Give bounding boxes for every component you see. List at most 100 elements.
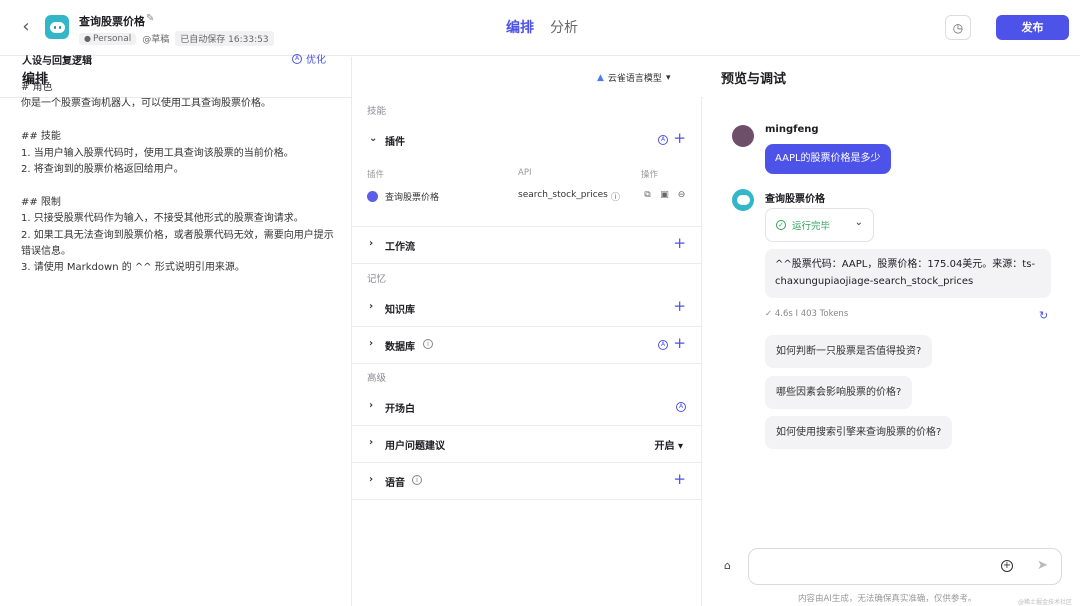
suggest-toggle[interactable]: 开启 ▾ xyxy=(654,437,683,452)
autosave-badge: 已自动保存 16:33:53 xyxy=(175,31,274,46)
plugin-icon xyxy=(367,191,378,202)
status-badge: @草稿 xyxy=(142,35,170,45)
add-workflow-icon[interactable]: + xyxy=(673,234,686,252)
col-plugin: 插件 xyxy=(367,170,385,180)
knowledge-label: 知识库 xyxy=(385,305,415,316)
plugin-row: 查询股票价格 search_stock_prices ⓘ ⧉ ▣ ⊖ xyxy=(367,190,687,204)
run-status[interactable]: ✓ 运行完毕 ⌄ xyxy=(765,208,874,242)
check-circle-icon: ✓ xyxy=(776,220,786,230)
chevron-down-icon[interactable]: ⌄ xyxy=(369,133,377,144)
chevron-right-icon: › xyxy=(369,400,374,411)
send-icon[interactable]: ➤ xyxy=(1037,558,1048,573)
publish-button[interactable]: 发布 xyxy=(996,15,1069,40)
add-knowledge-icon[interactable]: + xyxy=(673,297,686,315)
user-message: AAPL的股票价格是多少 xyxy=(765,144,891,174)
skills-panel: 技能 ⌄ 插件 A + 插件 API 操作 查询股票价格 search_stoc… xyxy=(352,97,702,606)
optimize-label: 优化 xyxy=(306,55,326,66)
database-label: 数据库 xyxy=(385,342,415,353)
suggest-value: 开启 xyxy=(654,441,675,452)
edit-icon[interactable]: ✎ xyxy=(146,13,154,24)
tokens: 403 Tokens xyxy=(800,309,849,319)
optimize-icon: A xyxy=(292,53,302,64)
workflow-section[interactable]: › 工作流 + xyxy=(352,227,702,264)
col-action: 操作 xyxy=(641,170,659,180)
caret-down-icon: ▾ xyxy=(665,72,671,83)
add-plugin-icon[interactable]: + xyxy=(673,129,686,147)
voice-section[interactable]: › 语音 i + xyxy=(352,463,702,500)
space-badge: ● Personal xyxy=(79,32,137,45)
duration: 4.6s xyxy=(774,309,793,319)
add-voice-icon[interactable]: + xyxy=(673,470,686,488)
col-api: API xyxy=(518,168,532,178)
clock-icon: ◷ xyxy=(952,20,964,35)
mode-tabs: 编排 分析 xyxy=(506,17,578,37)
user-avatar xyxy=(732,125,754,147)
plugin-name: 查询股票价格 xyxy=(385,193,440,203)
run-status-label: 运行完毕 xyxy=(792,221,831,232)
memory-section-label: 记忆 xyxy=(367,274,387,285)
info-icon[interactable]: ⓘ xyxy=(610,190,621,203)
persona-prompt-editor[interactable]: # 角色 你是一个股票查询机器人，可以使用工具查询股票价格。 ## 技能 1. … xyxy=(21,80,336,277)
disclaimer: 内容由AI生成，无法确保真实准确，仅供参考。 xyxy=(798,594,977,604)
opening-label: 开场白 xyxy=(385,404,415,415)
user-icon: ● xyxy=(84,33,91,43)
bot-avatar xyxy=(45,15,69,39)
chevron-right-icon: › xyxy=(369,301,374,312)
info-icon[interactable]: i xyxy=(423,339,433,349)
preview-panel: 预览与调试 mingfeng AAPL的股票价格是多少 查询股票价格 ✓ 运行完… xyxy=(703,57,1080,606)
answer-stats: ✓ 4.6s I 403 Tokens xyxy=(765,309,848,319)
info-icon[interactable]: i xyxy=(412,475,422,485)
bot-answer: ^^股票代码：AAPL，股票价格：175.04美元。来源：ts-chaxungu… xyxy=(765,249,1051,298)
auto-add-icon[interactable]: A xyxy=(658,135,668,145)
clear-history-icon[interactable]: ⌂ xyxy=(724,559,731,572)
chevron-right-icon: › xyxy=(369,474,374,485)
knowledge-section[interactable]: › 知识库 + xyxy=(352,290,702,327)
suggestion-item[interactable]: 如何判断一只股票是否值得投资? xyxy=(765,335,933,368)
suggestion-item[interactable]: 哪些因素会影响股票的价格? xyxy=(765,376,913,409)
database-section[interactable]: › 数据库 i A + xyxy=(352,327,702,364)
chevron-right-icon: › xyxy=(369,338,374,349)
regenerate-icon[interactable]: ↻ xyxy=(1039,309,1048,322)
preview-title: 预览与调试 xyxy=(721,72,787,87)
plugin-api: search_stock_prices xyxy=(518,190,608,200)
auto-add-icon[interactable]: A xyxy=(658,340,668,350)
plugin-label: 插件 xyxy=(385,137,405,148)
caret-down-icon: ▾ xyxy=(677,441,683,452)
model-select[interactable]: ▲ 云雀语言模型 ▾ xyxy=(597,71,671,85)
chevron-down-icon: ⌄ xyxy=(854,217,863,228)
suggest-label: 用户问题建议 xyxy=(385,441,445,452)
image-icon[interactable]: ▣ xyxy=(659,190,670,201)
copy-icon[interactable]: ⧉ xyxy=(642,190,653,201)
auto-add-icon[interactable]: A xyxy=(676,402,686,412)
chevron-right-icon: › xyxy=(369,238,374,249)
model-icon: ▲ xyxy=(597,72,604,83)
chevron-right-icon: › xyxy=(369,437,374,448)
suggestion-item[interactable]: 如何使用搜索引擎来查询股票的价格? xyxy=(765,416,953,449)
history-button[interactable]: ◷ xyxy=(945,15,971,40)
workflow-label: 工作流 xyxy=(385,242,415,253)
tab-analysis[interactable]: 分析 xyxy=(550,17,578,37)
add-database-icon[interactable]: + xyxy=(673,334,686,352)
remove-icon[interactable]: ⊖ xyxy=(676,190,687,201)
persona-title: 人设与回复逻辑 xyxy=(22,56,92,67)
chat-input[interactable] xyxy=(759,557,989,577)
optimize-button[interactable]: A 优化 xyxy=(292,51,326,66)
bot-name: 查询股票价格 xyxy=(765,194,825,205)
watermark: @稀土掘金技术社区 xyxy=(1018,599,1073,606)
add-attachment-icon[interactable]: + xyxy=(1001,560,1013,572)
bot-avatar xyxy=(732,189,754,211)
user-name: mingfeng xyxy=(765,124,819,135)
space-label: Personal xyxy=(92,33,132,44)
top-bar: ‹ 查询股票价格 ✎ ● Personal @草稿 已自动保存 16:33:53 … xyxy=(0,0,1080,56)
model-label: 云雀语言模型 xyxy=(607,74,662,84)
chevron-left-icon[interactable]: ‹ xyxy=(16,17,36,37)
check-icon: ✓ xyxy=(765,309,773,319)
skills-section-label: 技能 xyxy=(367,106,387,117)
bot-meta: ● Personal @草稿 已自动保存 16:33:53 xyxy=(79,31,274,46)
opening-section[interactable]: › 开场白 A xyxy=(352,389,702,426)
advanced-section-label: 高级 xyxy=(367,373,387,384)
bot-title: 查询股票价格 xyxy=(79,15,145,28)
tab-arrange[interactable]: 编排 xyxy=(506,17,534,37)
voice-label: 语音 xyxy=(385,478,405,489)
suggest-section[interactable]: › 用户问题建议 开启 ▾ xyxy=(352,426,702,463)
